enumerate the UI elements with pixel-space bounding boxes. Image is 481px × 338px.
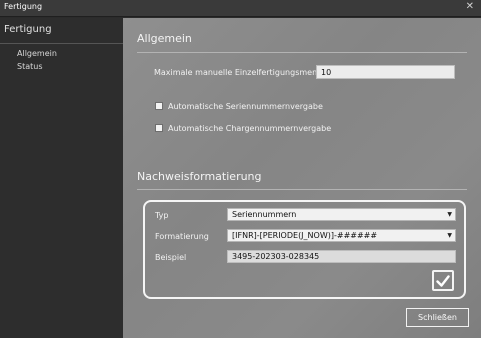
general-divider	[137, 52, 467, 53]
format-label: Formatierung	[155, 232, 209, 241]
auto-batch-checkbox[interactable]	[155, 124, 163, 132]
settings-panel: Allgemein Maximale manuelle Einzelfertig…	[123, 18, 481, 338]
chevron-down-icon: ▼	[447, 232, 452, 239]
example-field: 3495-202303-028345	[227, 250, 456, 263]
sidebar: Fertigung Allgemein Status	[0, 18, 123, 338]
formatting-divider	[137, 189, 467, 190]
auto-batch-label: Automatische Chargennummernvergabe	[168, 124, 332, 133]
example-label: Beispiel	[155, 253, 187, 262]
type-value: Seriennummern	[232, 210, 297, 219]
title-bar: Fertigung ✕	[0, 0, 481, 17]
chevron-down-icon: ▼	[447, 211, 452, 218]
max-quantity-input[interactable]: 10	[316, 65, 455, 79]
sidebar-item-allgemein[interactable]: Allgemein	[17, 49, 57, 58]
type-label: Typ	[155, 211, 169, 220]
type-select[interactable]: Seriennummern ▼	[227, 208, 456, 221]
format-value: [IFNR]-[PERIODE(J_NOW)]-######	[232, 231, 378, 240]
formatting-section-title: Nachweisformatierung	[137, 170, 262, 183]
close-button[interactable]: Schließen	[406, 308, 469, 327]
auto-serial-checkbox[interactable]	[155, 102, 163, 110]
auto-serial-label: Automatische Seriennummernvergabe	[168, 102, 323, 111]
sidebar-heading: Fertigung	[4, 24, 52, 35]
sidebar-divider	[0, 43, 123, 44]
confirm-button[interactable]	[432, 270, 454, 291]
sidebar-item-status[interactable]: Status	[17, 62, 43, 71]
window-title: Fertigung	[4, 2, 43, 11]
general-section-title: Allgemein	[137, 32, 192, 45]
close-icon[interactable]: ✕	[466, 1, 474, 12]
format-select[interactable]: [IFNR]-[PERIODE(J_NOW)]-###### ▼	[227, 229, 456, 242]
max-quantity-label: Maximale manuelle Einzelfertigungsmenge	[154, 68, 328, 77]
checkmark-icon	[436, 275, 450, 287]
